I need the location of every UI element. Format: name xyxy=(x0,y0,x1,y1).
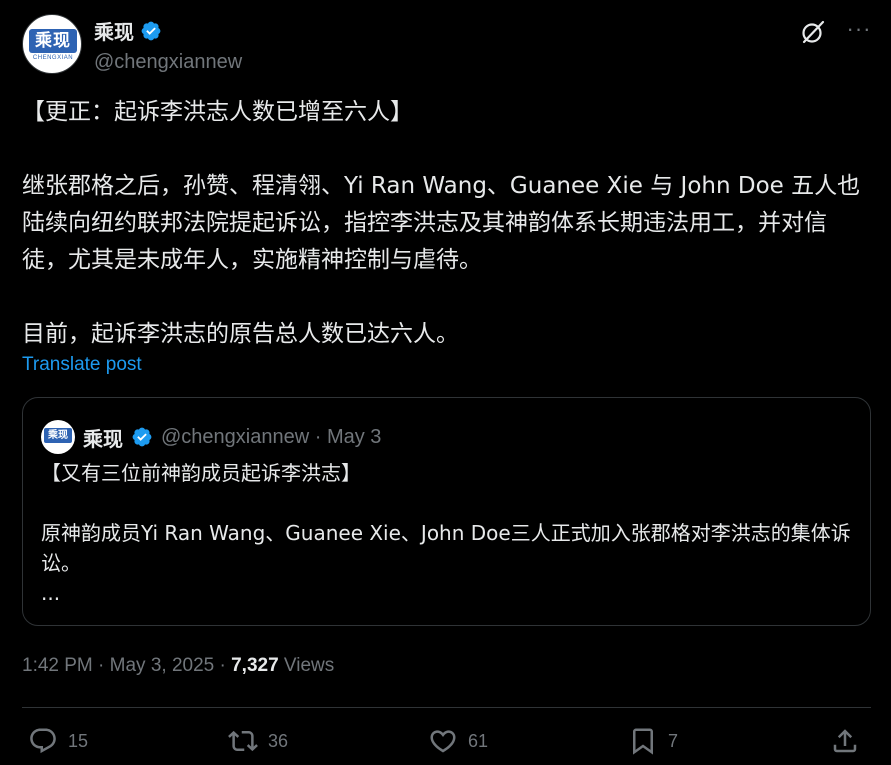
quoted-author-avatar: 乘现 xyxy=(41,420,75,454)
quoted-post-header: 乘现 乘现 @chengxiannew · May 3 xyxy=(41,420,381,454)
repost-button[interactable]: 36 xyxy=(228,726,288,756)
like-count: 61 xyxy=(468,730,489,751)
avatar-logo: 乘现 xyxy=(29,29,77,53)
bookmark-count: 7 xyxy=(668,730,679,751)
verified-badge-icon xyxy=(132,427,152,447)
quoted-post[interactable]: 乘现 乘现 @chengxiannew · May 3 【又有三位前神韵成员起诉… xyxy=(22,397,871,626)
author-handle[interactable]: @chengxiannew xyxy=(94,51,242,74)
post-header: 乘现 CHENGXIAN 乘现 @chengxiannew ··· xyxy=(22,14,873,76)
post-timestamp[interactable]: 1:42 PM · May 3, 2025 · xyxy=(22,655,231,676)
post-meta: 1:42 PM · May 3, 2025 · 7,327 Views xyxy=(22,655,334,677)
author-avatar[interactable]: 乘现 CHENGXIAN xyxy=(22,14,82,74)
like-button[interactable]: 61 xyxy=(428,726,488,756)
quoted-author-name: 乘现 xyxy=(83,428,123,451)
author-display-name[interactable]: 乘现 xyxy=(94,16,134,45)
share-icon xyxy=(833,729,857,753)
views-count: 7,327 xyxy=(231,655,279,676)
reply-icon xyxy=(30,728,56,754)
reply-button[interactable]: 15 xyxy=(28,726,88,756)
divider xyxy=(22,707,871,708)
author-info: 乘现 @chengxiannew xyxy=(94,16,242,74)
bookmark-button[interactable]: 7 xyxy=(628,726,678,756)
more-icon[interactable]: ··· xyxy=(845,18,873,44)
share-button[interactable] xyxy=(830,726,860,756)
quoted-post-text: 【又有三位前神韵成员起诉李洪志】 原神韵成员Yi Ran Wang、Guanee… xyxy=(41,461,851,605)
quoted-avatar-logo: 乘现 xyxy=(44,428,72,443)
grok-icon[interactable] xyxy=(799,18,827,46)
author-name-row[interactable]: 乘现 xyxy=(94,16,162,45)
reply-count: 15 xyxy=(68,730,89,751)
translate-post-link[interactable]: Translate post xyxy=(22,354,142,376)
repost-count: 36 xyxy=(268,730,289,751)
action-bar: 15 36 61 7 xyxy=(22,726,871,762)
repost-icon xyxy=(228,730,258,752)
quoted-author-handle-date: @chengxiannew · May 3 xyxy=(161,425,382,448)
avatar-logo-sub: CHENGXIAN xyxy=(32,55,74,61)
like-icon xyxy=(430,730,456,753)
views-label: Views xyxy=(278,655,335,676)
verified-badge-icon xyxy=(141,21,161,40)
post-text: 【更正：起诉李洪志人数已增至六人】 继张郡格之后，孙赞、程清翎、Yi Ran W… xyxy=(22,99,861,347)
bookmark-icon xyxy=(633,728,653,755)
